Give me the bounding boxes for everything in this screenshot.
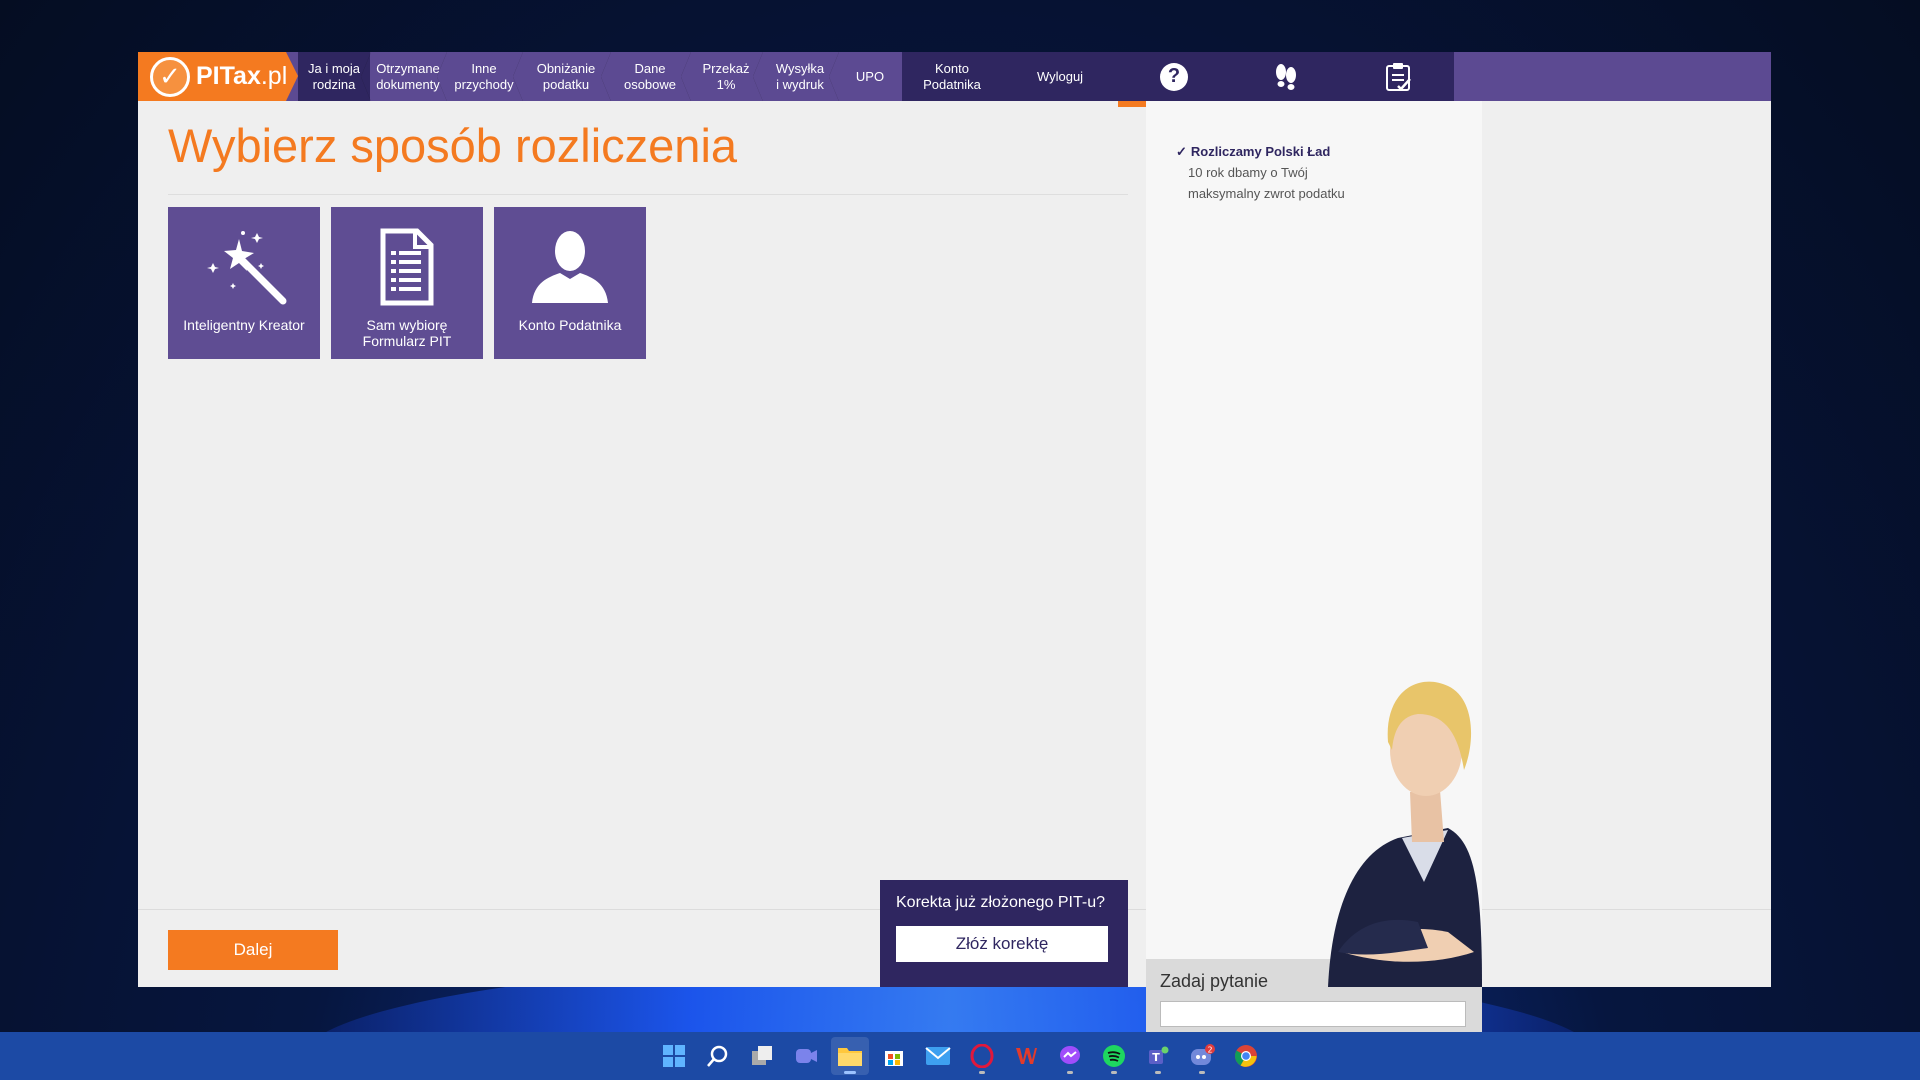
side-tools: ? xyxy=(1118,52,1454,107)
side-panel: ✓ Rozliczamy Polski Ład 10 rok dbamy o Tw… xyxy=(1146,101,1482,1036)
tile-label: Konto Podatnika xyxy=(518,317,622,333)
search-icon[interactable] xyxy=(699,1037,737,1075)
svg-text:T: T xyxy=(1152,1051,1160,1064)
discord-icon[interactable]: 2 xyxy=(1183,1037,1221,1075)
messenger-icon[interactable] xyxy=(1051,1037,1089,1075)
mail-icon[interactable] xyxy=(919,1037,957,1075)
account-nav: Konto Podatnika Wyloguj xyxy=(902,52,1118,101)
logout-link[interactable]: Wyloguj xyxy=(1002,52,1118,101)
opera-icon[interactable] xyxy=(963,1037,1001,1075)
document-icon xyxy=(377,217,437,317)
pitax-logo[interactable]: ✓ PITax.pl xyxy=(138,52,298,101)
spotify-icon[interactable] xyxy=(1095,1037,1133,1075)
task-view-icon[interactable] xyxy=(743,1037,781,1075)
tile-inteligentny-kreator[interactable]: Inteligentny Kreator xyxy=(168,207,320,359)
correction-title: Korekta już złożonego PIT-u? xyxy=(896,894,1106,911)
title-divider xyxy=(168,194,1128,195)
nav-inne-przychody[interactable]: Inne przychody xyxy=(446,52,523,101)
top-navigation: ✓ PITax.pl Ja i moja rodzina Otrzymane d… xyxy=(138,52,1771,107)
tile-konto-podatnika[interactable]: Konto Podatnika xyxy=(494,207,646,359)
next-button[interactable]: Dalej xyxy=(168,930,338,970)
ask-question-input[interactable] xyxy=(1160,1001,1466,1027)
tile-sam-wybiore-formularz[interactable]: Sam wybiorę Formularz PIT xyxy=(331,207,483,359)
method-tiles: Inteligentny Kreator Sam wybiorę Formula… xyxy=(168,207,646,359)
clipboard-icon xyxy=(1386,62,1411,91)
clipboard-tool[interactable] xyxy=(1342,52,1454,101)
nav-przekaz-1-procent[interactable]: Przekaż 1% xyxy=(690,52,763,101)
side-item-body: 10 rok dbamy o Twój maksymalny zwrot pod… xyxy=(1188,165,1345,201)
footsteps-tool[interactable] xyxy=(1230,52,1342,101)
start-icon[interactable] xyxy=(655,1037,693,1075)
teams-icon[interactable]: T xyxy=(1139,1037,1177,1075)
help-tool[interactable]: ? xyxy=(1118,52,1230,107)
ask-question-label: Zadaj pytanie xyxy=(1160,971,1269,991)
nav-konto-podatnika[interactable]: Konto Podatnika xyxy=(902,52,1002,101)
discord-badge: 2 xyxy=(1207,1046,1212,1055)
tile-label: Sam wybiorę Formularz PIT xyxy=(362,317,452,349)
store-icon[interactable] xyxy=(875,1037,913,1075)
pitax-app-window: ✓ PITax.pl Ja i moja rodzina Otrzymane d… xyxy=(138,52,1771,1036)
support-agent-illustration xyxy=(1328,681,1482,987)
side-item-head: Rozliczamy Polski Ład xyxy=(1190,144,1331,159)
nav-obnizanie-podatku[interactable]: Obniżanie podatku xyxy=(522,52,611,101)
side-info-item: ✓ Rozliczamy Polski Ład 10 rok dbamy o Tw… xyxy=(1176,141,1345,204)
help-icon: ? xyxy=(1160,62,1188,91)
windows-taskbar: T 2 xyxy=(0,1032,1920,1080)
magic-wand-icon xyxy=(199,217,289,317)
page-title: Wybierz sposób rozliczenia xyxy=(168,119,738,172)
office-icon[interactable] xyxy=(1007,1037,1045,1075)
chrome-icon[interactable] xyxy=(1227,1037,1265,1075)
footsteps-icon xyxy=(1276,63,1296,90)
correction-box: Korekta już złożonego PIT-u? Złóż korekt… xyxy=(880,880,1128,987)
file-explorer-icon[interactable] xyxy=(831,1037,869,1075)
tile-label: Inteligentny Kreator xyxy=(183,317,305,333)
logo-text: PITax xyxy=(196,62,261,90)
submit-correction-button[interactable]: Złóż korektę xyxy=(896,926,1108,962)
nav-otrzymane-dokumenty[interactable]: Otrzymane dokumenty xyxy=(370,52,447,101)
logo-suffix: .pl xyxy=(260,62,288,90)
chat-icon[interactable] xyxy=(787,1037,825,1075)
nav-upo[interactable]: UPO xyxy=(838,52,902,101)
user-icon xyxy=(528,217,612,317)
nav-wysylka-i-wydruk[interactable]: Wysyłka i wydruk xyxy=(762,52,839,101)
checkmark-icon: ✓ xyxy=(1176,144,1187,159)
checkmark-logo-icon: ✓ xyxy=(150,56,190,97)
nav-ja-i-moja-rodzina[interactable]: Ja i moja rodzina xyxy=(298,52,371,101)
nav-steps: Ja i moja rodzina Otrzymane dokumenty In… xyxy=(298,52,902,101)
nav-dane-osobowe[interactable]: Dane osobowe xyxy=(610,52,691,101)
